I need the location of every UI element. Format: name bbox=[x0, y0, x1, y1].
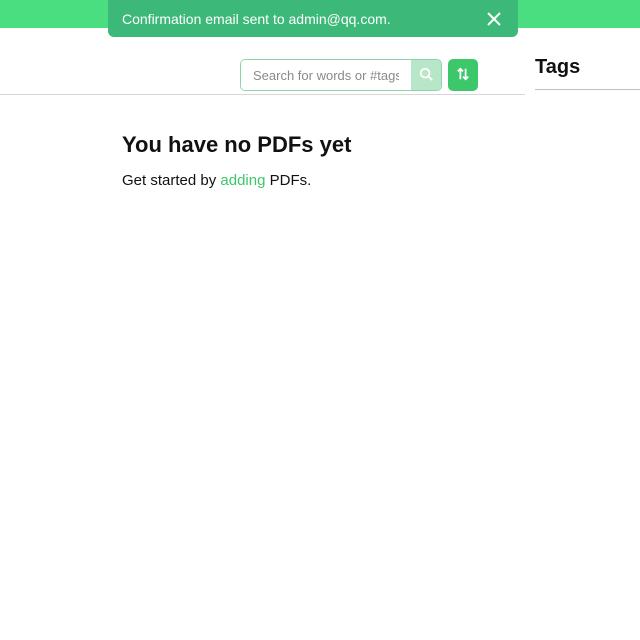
toast-message: Confirmation email sent to admin@qq.com. bbox=[122, 11, 484, 27]
search-field bbox=[240, 59, 442, 91]
confirmation-toast: Confirmation email sent to admin@qq.com. bbox=[108, 0, 518, 37]
empty-title: You have no PDFs yet bbox=[122, 132, 351, 158]
tags-divider bbox=[535, 89, 640, 90]
tags-panel: Tags bbox=[535, 56, 640, 90]
toolbar-divider bbox=[0, 94, 525, 95]
sort-button[interactable] bbox=[448, 59, 478, 91]
search-icon bbox=[419, 67, 433, 84]
search-button[interactable] bbox=[411, 60, 441, 90]
empty-sub-suffix: PDFs. bbox=[265, 172, 311, 189]
empty-state: You have no PDFs yet Get started by addi… bbox=[122, 132, 351, 189]
empty-sub-prefix: Get started by bbox=[122, 172, 220, 189]
empty-subtitle: Get started by adding PDFs. bbox=[122, 172, 351, 189]
tags-heading: Tags bbox=[535, 56, 640, 89]
adding-link[interactable]: adding bbox=[220, 172, 265, 189]
close-icon[interactable] bbox=[484, 9, 504, 29]
sort-icon bbox=[456, 67, 470, 84]
search-input[interactable] bbox=[241, 60, 411, 90]
